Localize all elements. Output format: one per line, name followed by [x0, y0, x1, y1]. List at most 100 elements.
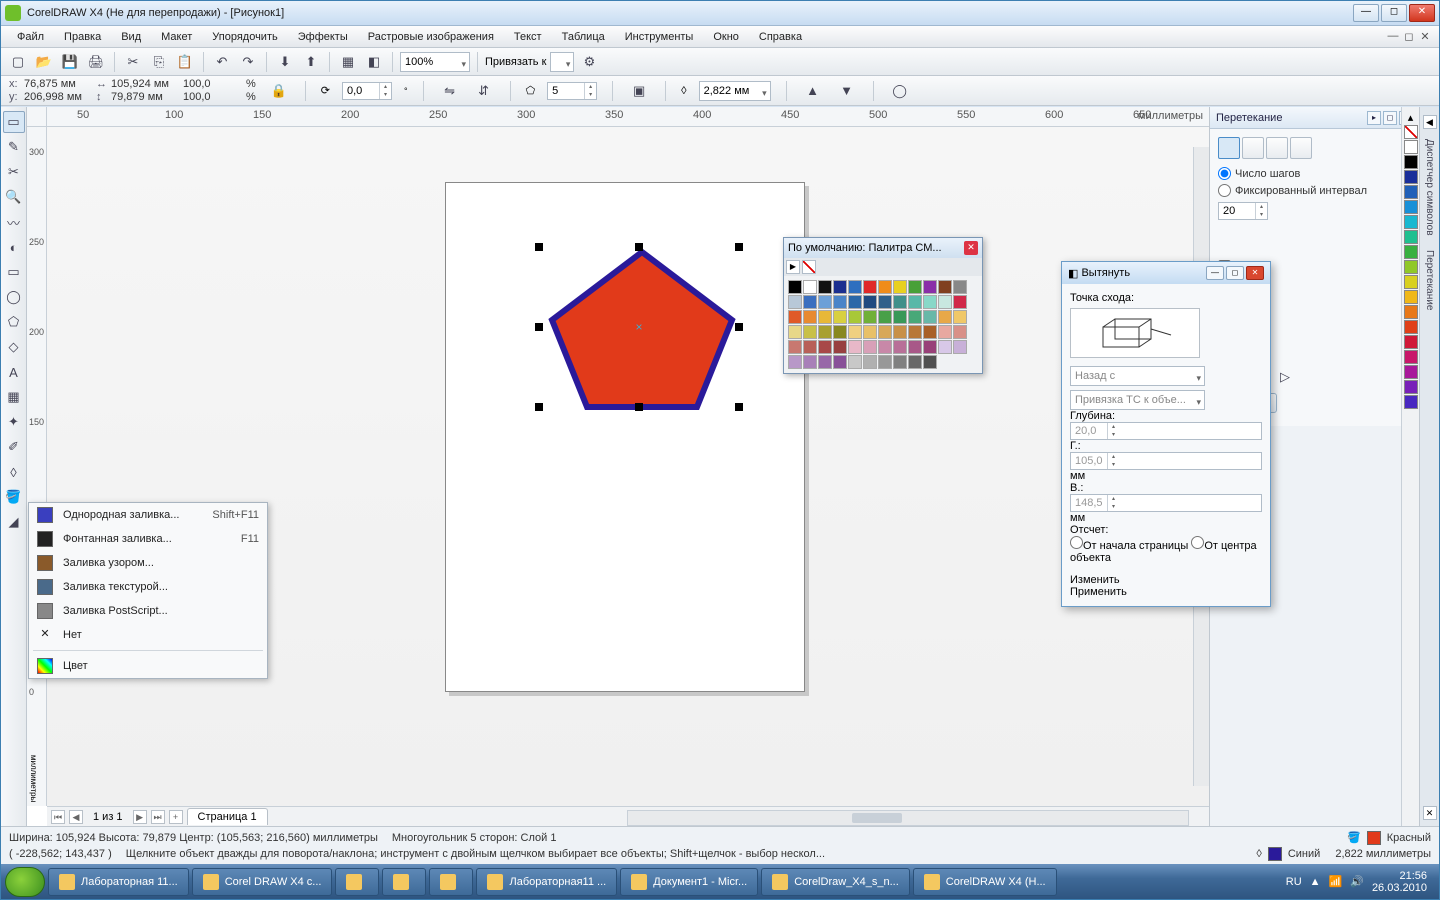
menu-bitmaps[interactable]: Растровые изображения	[358, 28, 504, 46]
palette-none-button[interactable]	[802, 260, 816, 274]
smart-fill-tool[interactable]: ◐	[3, 236, 25, 258]
palette-swatch[interactable]	[908, 340, 922, 354]
welcome-button[interactable]: ◧	[363, 51, 385, 73]
system-tray[interactable]: RU ▲ 📶 🔊 21:56 26.03.2010	[1278, 870, 1435, 894]
color-swatch[interactable]	[1404, 155, 1418, 169]
palette-swatch[interactable]	[788, 280, 802, 294]
palette-swatch[interactable]	[923, 295, 937, 309]
palette-scroll-up[interactable]: ▴	[1408, 111, 1414, 124]
fill-menu-item[interactable]: Заливка текстурой...	[29, 575, 267, 599]
scale-y[interactable]: 100,0	[183, 91, 243, 103]
fill-tool-icon[interactable]: 🪣	[1347, 831, 1361, 844]
palette-swatch[interactable]	[908, 295, 922, 309]
tray-icon[interactable]: ▲	[1310, 876, 1321, 888]
snap-combo[interactable]	[550, 52, 574, 72]
steps-radio[interactable]: Число шагов	[1218, 167, 1411, 180]
color-swatch[interactable]	[1404, 380, 1418, 394]
color-palette-popup[interactable]: По умолчанию: Палитра СМ... ✕ ▶	[783, 237, 983, 374]
palette-swatch[interactable]	[893, 355, 907, 369]
palette-swatch[interactable]	[923, 325, 937, 339]
interactive-fill-tool[interactable]: ◢	[3, 511, 25, 533]
prev-page-button[interactable]: ◀	[69, 810, 83, 824]
rectangle-tool[interactable]: ▭	[3, 261, 25, 283]
extrude-min-button[interactable]: —	[1206, 266, 1224, 280]
palette-swatch[interactable]	[848, 340, 862, 354]
eyedropper-tool[interactable]: ✐	[3, 436, 25, 458]
extrude-apply-button[interactable]: Применить	[1070, 586, 1262, 598]
menu-window[interactable]: Окно	[703, 28, 749, 46]
palette-swatch[interactable]	[848, 310, 862, 324]
fill-tool[interactable]: 🪣	[3, 486, 25, 508]
extrude-depth-input[interactable]: 20,0▴▾	[1070, 422, 1262, 440]
taskbar-item[interactable]: CorelDraw_X4_s_n...	[761, 868, 910, 896]
color-swatch[interactable]	[1404, 335, 1418, 349]
palette-swatch[interactable]	[893, 295, 907, 309]
palette-swatch[interactable]	[803, 280, 817, 294]
blend-steps-input[interactable]: 20▴▾	[1218, 202, 1268, 220]
maximize-button[interactable]: ◻	[1381, 4, 1407, 22]
zoom-tool[interactable]: 🔍	[3, 186, 25, 208]
palette-prev-button[interactable]: ▶	[786, 260, 800, 274]
palette-swatch[interactable]	[818, 340, 832, 354]
color-swatch[interactable]	[1404, 185, 1418, 199]
taskbar-item[interactable]: CorelDRAW X4 (Н...	[913, 868, 1057, 896]
first-page-button[interactable]: ⏮	[51, 810, 65, 824]
palette-swatch[interactable]	[863, 310, 877, 324]
page-tab[interactable]: Страница 1	[187, 808, 268, 825]
export-button[interactable]: ⬆	[300, 51, 322, 73]
selection-handle-s[interactable]	[635, 403, 643, 411]
docker-tab-symbols[interactable]: Диспетчер символов	[1422, 135, 1437, 240]
blend-end-button[interactable]: ▷	[1274, 366, 1296, 388]
palette-swatch[interactable]	[953, 325, 967, 339]
docker-collapse-button[interactable]: ▸	[1367, 111, 1381, 125]
fill-swatch[interactable]	[1367, 831, 1381, 845]
color-swatch[interactable]	[1404, 215, 1418, 229]
titlebar[interactable]: CorelDRAW X4 (Не для перепродажи) - [Рис…	[1, 1, 1439, 26]
last-page-button[interactable]: ⏭	[151, 810, 165, 824]
palette-swatch[interactable]	[803, 295, 817, 309]
docker-expand-button[interactable]: ◀	[1423, 115, 1437, 129]
docker-close-all-button[interactable]: ✕	[1423, 806, 1437, 820]
fill-menu-item[interactable]: Заливка PostScript...	[29, 599, 267, 623]
palette-swatch[interactable]	[818, 280, 832, 294]
mdi-close-icon[interactable]: ✕	[1417, 30, 1433, 43]
no-fill-swatch[interactable]	[1404, 125, 1418, 139]
palette-swatch[interactable]	[833, 280, 847, 294]
palette-swatch[interactable]	[863, 280, 877, 294]
zoom-combo[interactable]: 100%	[400, 52, 470, 72]
menu-text[interactable]: Текст	[504, 28, 552, 46]
selection-handle-se[interactable]	[735, 403, 743, 411]
palette-swatch[interactable]	[833, 340, 847, 354]
scale-x[interactable]: 100,0	[183, 78, 243, 90]
palette-swatch[interactable]	[923, 310, 937, 324]
taskbar-item[interactable]: Лабораторная11 ...	[476, 868, 617, 896]
palette-swatch[interactable]	[923, 280, 937, 294]
palette-swatch[interactable]	[893, 310, 907, 324]
shape-tool[interactable]: ✎	[3, 136, 25, 158]
color-swatch[interactable]	[1404, 200, 1418, 214]
palette-swatch[interactable]	[893, 280, 907, 294]
palette-swatch[interactable]	[833, 310, 847, 324]
horizontal-scrollbar[interactable]	[627, 810, 1189, 826]
next-page-button[interactable]: ▶	[133, 810, 147, 824]
color-swatch[interactable]	[1404, 305, 1418, 319]
extrude-bind-combo[interactable]: Привязка ТС к объе...	[1070, 390, 1205, 410]
palette-swatch[interactable]	[863, 325, 877, 339]
cut-button[interactable]: ✂	[122, 51, 144, 73]
outline-tool[interactable]: ◊	[3, 461, 25, 483]
outline-width-combo[interactable]: 2,822 мм	[699, 81, 771, 101]
pos-x[interactable]: 76,875 мм	[24, 78, 84, 90]
palette-swatch[interactable]	[788, 295, 802, 309]
table-tool[interactable]: ▦	[3, 386, 25, 408]
color-swatch[interactable]	[1404, 275, 1418, 289]
taskbar-item[interactable]	[382, 868, 426, 896]
fill-menu-item[interactable]: Фонтанная заливка...F11	[29, 527, 267, 551]
palette-swatch[interactable]	[803, 310, 817, 324]
palette-swatch[interactable]	[938, 340, 952, 354]
palette-swatch[interactable]	[818, 310, 832, 324]
extrude-close-button[interactable]: ✕	[1246, 266, 1264, 280]
blend-steps-tab[interactable]	[1218, 137, 1240, 159]
palette-swatch[interactable]	[788, 355, 802, 369]
menu-edit[interactable]: Правка	[54, 28, 111, 46]
blend-misc-tab[interactable]	[1290, 137, 1312, 159]
